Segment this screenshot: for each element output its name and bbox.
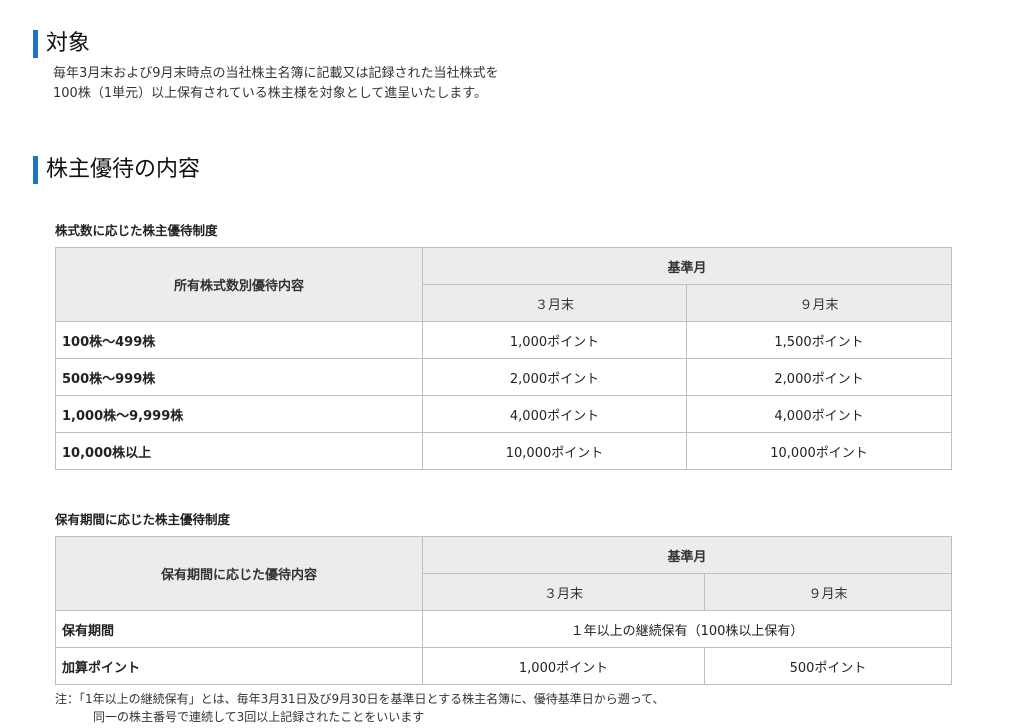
september-points: 1,500ポイント [685, 321, 953, 359]
footnote-line2: 同一の株主番号で連続して3回以上記録されたことをいいます [93, 710, 425, 724]
september-points: 10,000ポイント [685, 432, 953, 470]
row-label: 10,000株以上 [55, 432, 423, 470]
shares-perk-table: 所有株式数別優待内容 基準月 ３月末 ９月末 100株～499株 1,000ポイ… [55, 247, 953, 470]
september-points: 4,000ポイント [685, 395, 953, 433]
footnote: 注：「1年以上の継続保有」とは、毎年3月31日及び9月30日を基準日とする株主名… [55, 690, 665, 726]
bonus-points-label: 加算ポイント [55, 647, 423, 685]
table1-col-march: ３月末 [422, 284, 687, 322]
table-row: 10,000株以上 10,000ポイント 10,000ポイント [55, 432, 953, 470]
table-row: 500株～999株 2,000ポイント 2,000ポイント [55, 358, 953, 396]
table1-title: 株式数に応じた株主優待制度 [55, 223, 218, 238]
table-row: 保有期間 １年以上の継続保有（100株以上保有） [55, 610, 953, 648]
row-label: 1,000株～9,999株 [55, 395, 423, 433]
holding-period-label: 保有期間 [55, 610, 423, 648]
table1-row-header: 所有株式数別優待内容 [55, 247, 423, 322]
table2-col-march: ３月末 [422, 573, 705, 611]
target-description: 毎年3月末および9月末時点の当社株主名簿に記載又は記録された当社株式を 100株… [53, 64, 499, 104]
row-label: 100株～499株 [55, 321, 423, 359]
table-row: 1,000株～9,999株 4,000ポイント 4,000ポイント [55, 395, 953, 433]
section-heading-target: 対象 [33, 30, 90, 58]
footnote-line1: 注：「1年以上の継続保有」とは、毎年3月31日及び9月30日を基準日とする株主名… [55, 692, 665, 706]
table2-title: 保有期間に応じた株主優待制度 [55, 512, 231, 527]
march-points: 4,000ポイント [422, 395, 687, 433]
table2-row-header: 保有期間に応じた優待内容 [55, 536, 423, 611]
september-points: 2,000ポイント [685, 358, 953, 396]
march-points: 2,000ポイント [422, 358, 687, 396]
table2-group-header: 基準月 [421, 536, 953, 574]
table-row: 100株～499株 1,000ポイント 1,500ポイント [55, 321, 953, 359]
table2-col-september: ９月末 [703, 573, 953, 611]
table-row: 加算ポイント 1,000ポイント 500ポイント [55, 647, 953, 685]
bonus-march-points: 1,000ポイント [422, 647, 705, 685]
table1-group-header: 基準月 [421, 247, 953, 285]
target-description-line1: 毎年3月末および9月末時点の当社株主名簿に記載又は記録された当社株式を [53, 66, 499, 81]
march-points: 10,000ポイント [422, 432, 687, 470]
row-label: 500株～999株 [55, 358, 423, 396]
march-points: 1,000ポイント [422, 321, 687, 359]
holding-period-perk-table: 保有期間に応じた優待内容 基準月 ３月末 ９月末 保有期間 １年以上の継続保有（… [55, 536, 953, 685]
bonus-september-points: 500ポイント [703, 647, 953, 685]
target-description-line2: 100株（1単元）以上保有されている株主様を対象として進呈いたします。 [53, 86, 488, 101]
table1-col-september: ９月末 [685, 284, 953, 322]
holding-period-value: １年以上の継続保有（100株以上保有） [421, 610, 953, 648]
section-heading-perks: 株主優待の内容 [33, 156, 200, 184]
